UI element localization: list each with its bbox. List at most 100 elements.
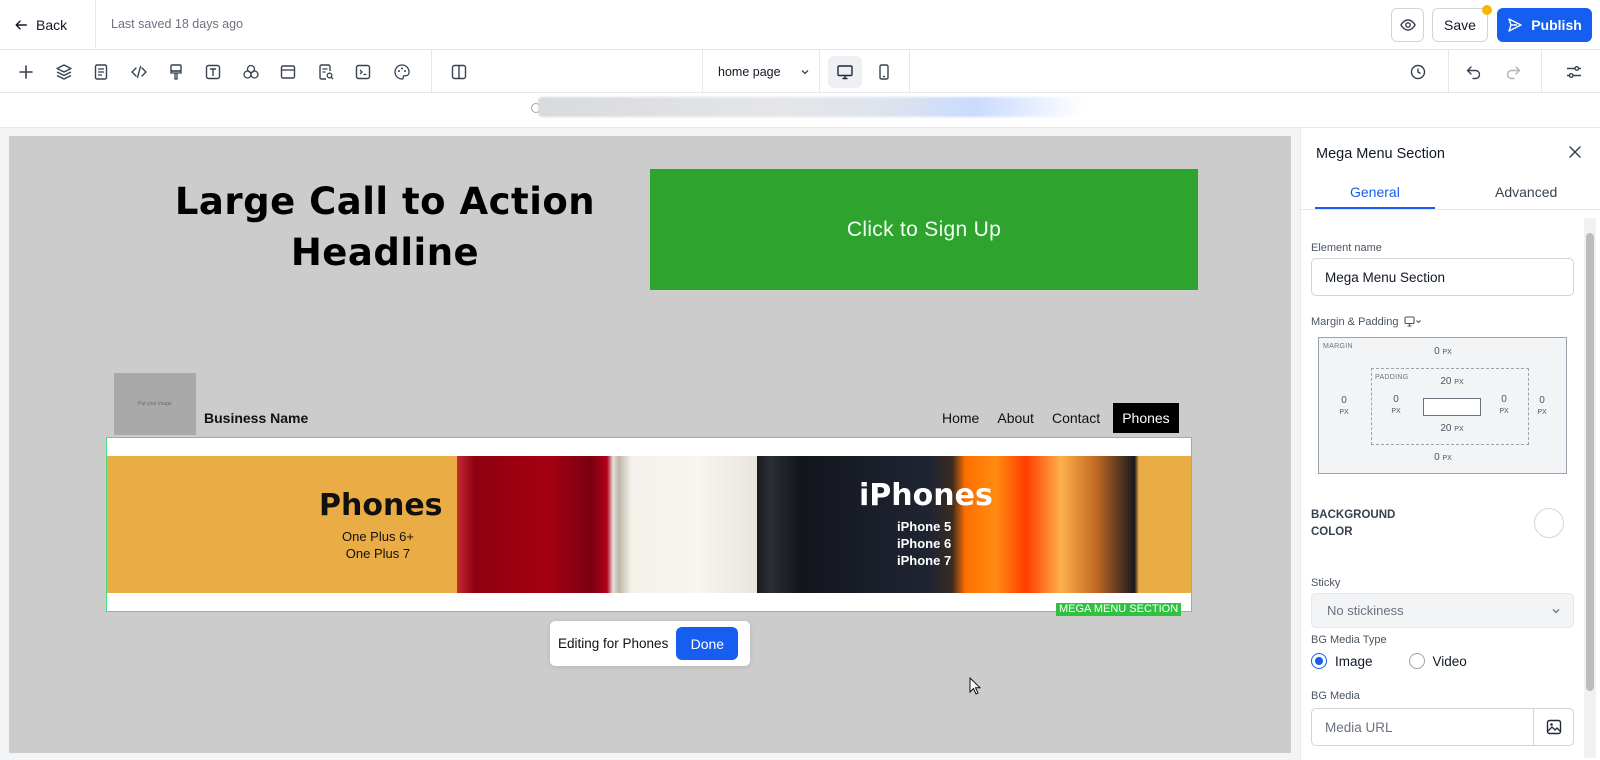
mega-menu-content: Phones One Plus 6+ One Plus 7 iPhones iP…	[107, 456, 1191, 593]
terminal-icon[interactable]	[351, 60, 375, 84]
nav-item-contact[interactable]: Contact	[1043, 403, 1109, 433]
eye-icon	[1399, 19, 1416, 31]
chevron-down-icon	[801, 70, 809, 75]
padding-bottom-value[interactable]: 20 PX	[1434, 423, 1470, 435]
media-url-input[interactable]: Media URL	[1311, 708, 1574, 746]
bg-media-type-label: BG Media Type	[1311, 634, 1387, 646]
section-icon[interactable]	[276, 60, 300, 84]
properties-panel: Mega Menu Section General Advanced Eleme…	[1300, 128, 1600, 760]
search-page-icon[interactable]	[314, 60, 338, 84]
list-item[interactable]: iPhone 5	[897, 518, 951, 535]
divider	[702, 50, 703, 93]
list-item[interactable]: One Plus 7	[342, 545, 414, 562]
split-view-icon[interactable]	[447, 60, 471, 84]
margin-left-value[interactable]: 0 PX	[1332, 395, 1356, 418]
radio-image[interactable]	[1311, 653, 1327, 669]
editing-label: Editing for Phones	[558, 636, 669, 651]
layers-icon[interactable]	[52, 60, 76, 84]
nav-item-phones[interactable]: Phones	[1113, 403, 1179, 433]
done-button[interactable]: Done	[676, 627, 739, 660]
phones-panel[interactable]: Phones One Plus 6+ One Plus 7	[107, 456, 457, 593]
editing-popover: Editing for Phones Done	[550, 621, 750, 666]
mouse-cursor-icon	[969, 677, 981, 695]
close-icon[interactable]	[1567, 144, 1583, 160]
business-name[interactable]: Business Name	[204, 410, 308, 426]
margin-top-value[interactable]: 0 PX	[1429, 346, 1457, 358]
list-item[interactable]: iPhone 6	[897, 535, 951, 552]
history-icon[interactable]	[1406, 60, 1430, 84]
publish-label: Publish	[1531, 17, 1582, 33]
active-tab-indicator	[1315, 207, 1435, 209]
iphones-title: iPhones	[859, 478, 993, 513]
panel-tabs: General Advanced	[1301, 178, 1600, 210]
mobile-icon	[879, 64, 889, 80]
desktop-device-dropdown-icon[interactable]	[1404, 316, 1422, 328]
bg-media-label: BG Media	[1311, 690, 1360, 702]
nav-item-home[interactable]: Home	[933, 403, 988, 433]
nav-item-about[interactable]: About	[988, 403, 1043, 433]
content-box	[1423, 398, 1481, 416]
media-url-placeholder: Media URL	[1325, 720, 1393, 735]
page-canvas[interactable]: Large Call to Action Headline Click to S…	[9, 136, 1291, 753]
settings-sliders-icon[interactable]	[1562, 60, 1586, 84]
background-color-label: BACKGROUND COLOR	[1311, 509, 1396, 538]
back-button[interactable]: Back	[14, 14, 67, 36]
panel-title: Mega Menu Section	[1316, 146, 1445, 162]
redo-icon[interactable]	[1501, 60, 1525, 84]
top-bar: Back Last saved 18 days ago Save Publish	[0, 0, 1600, 50]
element-type-tag: MEGA MENU SECTION	[1056, 603, 1182, 616]
divider	[819, 50, 820, 93]
cta-headline[interactable]: Large Call to Action Headline	[129, 176, 641, 278]
margin-right-value[interactable]: 0 PX	[1530, 395, 1554, 418]
mobile-view-button[interactable]	[867, 56, 901, 88]
undo-icon[interactable]	[1462, 60, 1486, 84]
chevron-down-icon	[1552, 609, 1560, 614]
last-saved-text: Last saved 18 days ago	[111, 17, 244, 31]
logo-placeholder[interactable]: Put your image	[114, 373, 196, 435]
margin-bottom-value[interactable]: 0 PX	[1429, 452, 1457, 464]
text-icon[interactable]	[201, 60, 225, 84]
radio-video-label: Video	[1432, 653, 1467, 669]
padding-right-value[interactable]: 0 PX	[1492, 394, 1516, 417]
radio-video[interactable]	[1408, 653, 1425, 669]
preview-button[interactable]	[1391, 8, 1424, 42]
desktop-view-button[interactable]	[828, 56, 862, 88]
list-item[interactable]: iPhone 7	[897, 552, 951, 569]
scrollbar-thumb[interactable]	[1586, 233, 1594, 691]
spacing-box-model: MARGIN 0 PX 0 PX 0 PX 0 PX PADDING 20 PX 2…	[1318, 337, 1567, 474]
element-name-input[interactable]: Mega Menu Section	[1311, 258, 1574, 296]
code-icon[interactable]	[127, 60, 151, 84]
unsaved-indicator-dot	[1482, 5, 1492, 15]
cta-signup-button[interactable]: Click to Sign Up	[650, 169, 1198, 290]
list-item[interactable]: One Plus 6+	[342, 528, 414, 545]
background-color-swatch[interactable]	[1534, 508, 1564, 538]
divider	[1541, 50, 1542, 93]
divider	[431, 50, 432, 93]
shapes-icon[interactable]	[239, 60, 263, 84]
site-nav: Home About Contact Phones	[933, 403, 1179, 433]
sticky-select[interactable]: No stickiness	[1311, 593, 1574, 628]
padding-tag: PADDING	[1375, 374, 1409, 381]
blurred-url	[538, 97, 1085, 117]
add-icon[interactable]	[14, 60, 38, 84]
page-icon[interactable]	[89, 60, 113, 84]
tab-advanced[interactable]: Advanced	[1495, 184, 1557, 200]
publish-button[interactable]: Publish	[1497, 8, 1592, 42]
padding-left-value[interactable]: 0 PX	[1384, 394, 1408, 417]
radio-image-label: Image	[1335, 653, 1373, 669]
paint-icon[interactable]	[164, 60, 188, 84]
iphones-panel[interactable]: iPhones iPhone 5 iPhone 6 iPhone 7	[757, 456, 1191, 593]
padding-top-value[interactable]: 20 PX	[1434, 376, 1470, 388]
url-bar	[0, 93, 1600, 128]
page-select[interactable]: home page	[718, 62, 810, 82]
tab-general[interactable]: General	[1350, 184, 1400, 200]
save-button[interactable]: Save	[1432, 8, 1488, 42]
palette-icon[interactable]	[390, 60, 414, 84]
mega-menu-section[interactable]: Phones One Plus 6+ One Plus 7 iPhones iP…	[106, 437, 1192, 612]
media-picker-button[interactable]	[1533, 709, 1573, 745]
divider	[1448, 50, 1449, 93]
image-icon	[1546, 719, 1561, 735]
divider	[909, 50, 910, 93]
margin-padding-text: Margin & Padding	[1311, 316, 1399, 328]
margin-padding-label: Margin & Padding	[1311, 316, 1422, 328]
